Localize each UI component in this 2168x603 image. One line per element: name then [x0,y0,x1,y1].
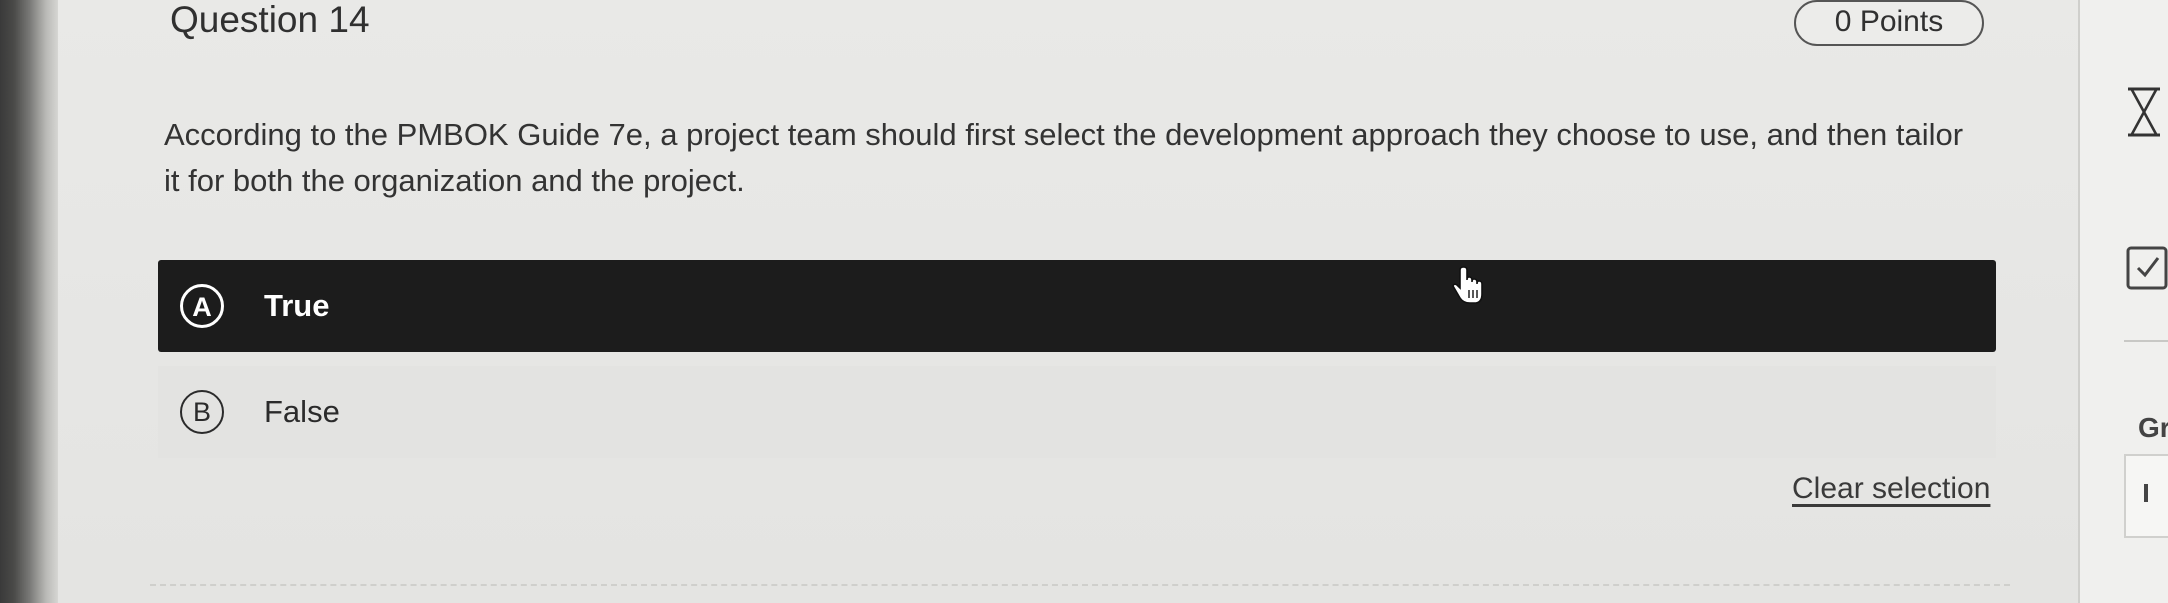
question-text: According to the PMBOK Guide 7e, a proje… [164,117,1964,198]
clear-selection-link[interactable]: Clear selection [1792,472,1990,506]
sidebar-divider [2124,340,2168,342]
divider [150,584,2010,586]
hourglass-icon[interactable] [2124,86,2164,138]
sidebar-label: Gr [2138,412,2168,443]
option-letter-badge: B [180,390,224,434]
answer-option-b[interactable]: B False [158,366,1996,458]
option-label: True [264,288,330,323]
sidebar-panel-mark [2144,484,2148,502]
question-title: Question 14 [170,0,370,40]
answer-option-a[interactable]: A True [158,260,1996,352]
points-badge: 0 Points [1794,0,1984,46]
window-bezel [0,0,58,603]
option-label: False [264,394,340,429]
option-letter-badge: A [180,284,224,328]
sidebar-panel[interactable] [2124,454,2168,538]
hand-cursor-icon [1452,266,1483,304]
checkbox-icon[interactable] [2126,242,2168,292]
